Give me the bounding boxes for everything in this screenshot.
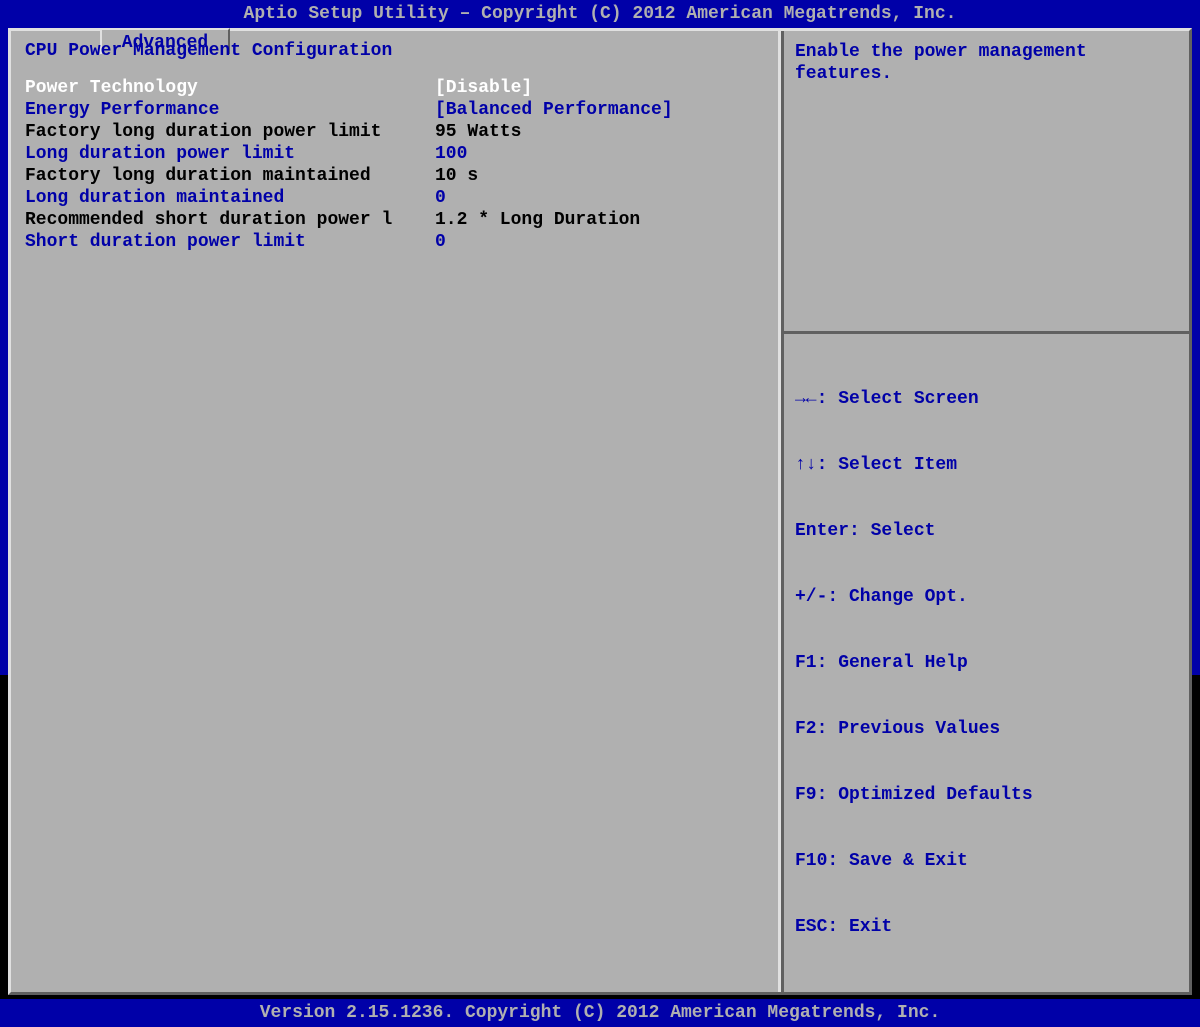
- option-label: Power Technology: [25, 77, 435, 99]
- option-long-duration-limit[interactable]: Long duration power limit 100: [25, 143, 764, 165]
- header-bar: Aptio Setup Utility – Copyright (C) 2012…: [0, 0, 1200, 28]
- option-label: Short duration power limit: [25, 231, 435, 253]
- option-power-technology[interactable]: Power Technology [Disable]: [25, 77, 764, 99]
- key-help-line: +/-: Change Opt.: [795, 586, 1175, 608]
- option-value: 0: [435, 187, 764, 209]
- key-help: →←: Select Screen ↑↓: Select Item Enter:…: [781, 334, 1189, 992]
- main-area: CPU Power Management Configuration Power…: [8, 28, 1192, 995]
- option-short-duration-limit[interactable]: Short duration power limit 0: [25, 231, 764, 253]
- key-help-line: F1: General Help: [795, 652, 1175, 674]
- option-label: Factory long duration power limit: [25, 121, 435, 143]
- bios-screen: Aptio Setup Utility – Copyright (C) 2012…: [0, 0, 1200, 675]
- option-value: 1.2 * Long Duration: [435, 209, 764, 231]
- option-label: Energy Performance: [25, 99, 435, 121]
- option-long-duration-maintained[interactable]: Long duration maintained 0: [25, 187, 764, 209]
- option-label: Long duration power limit: [25, 143, 435, 165]
- key-help-line: →←: Select Screen: [795, 388, 1175, 410]
- option-factory-long-limit: Factory long duration power limit 95 Wat…: [25, 121, 764, 143]
- key-help-line: Enter: Select: [795, 520, 1175, 542]
- key-help-line: F9: Optimized Defaults: [795, 784, 1175, 806]
- option-value: [Disable]: [435, 77, 764, 99]
- section-title: CPU Power Management Configuration: [25, 41, 764, 61]
- option-factory-long-maintained: Factory long duration maintained 10 s: [25, 165, 764, 187]
- option-label: Factory long duration maintained: [25, 165, 435, 187]
- key-help-line: F2: Previous Values: [795, 718, 1175, 740]
- option-value: [Balanced Performance]: [435, 99, 764, 121]
- option-label: Recommended short duration power l: [25, 209, 435, 231]
- option-value: 100: [435, 143, 764, 165]
- key-help-line: ESC: Exit: [795, 916, 1175, 938]
- key-help-line: F10: Save & Exit: [795, 850, 1175, 872]
- option-label: Long duration maintained: [25, 187, 435, 209]
- option-value: 10 s: [435, 165, 764, 187]
- help-text: Enable the power management features.: [781, 31, 1189, 331]
- key-help-line: ↑↓: Select Item: [795, 454, 1175, 476]
- footer-bar: Version 2.15.1236. Copyright (C) 2012 Am…: [0, 999, 1200, 1027]
- settings-pane: CPU Power Management Configuration Power…: [11, 31, 781, 992]
- option-value: 95 Watts: [435, 121, 764, 143]
- option-recommended-short: Recommended short duration power l 1.2 *…: [25, 209, 764, 231]
- option-energy-performance[interactable]: Energy Performance [Balanced Performance…: [25, 99, 764, 121]
- option-value: 0: [435, 231, 764, 253]
- help-pane: Enable the power management features. →←…: [781, 31, 1189, 992]
